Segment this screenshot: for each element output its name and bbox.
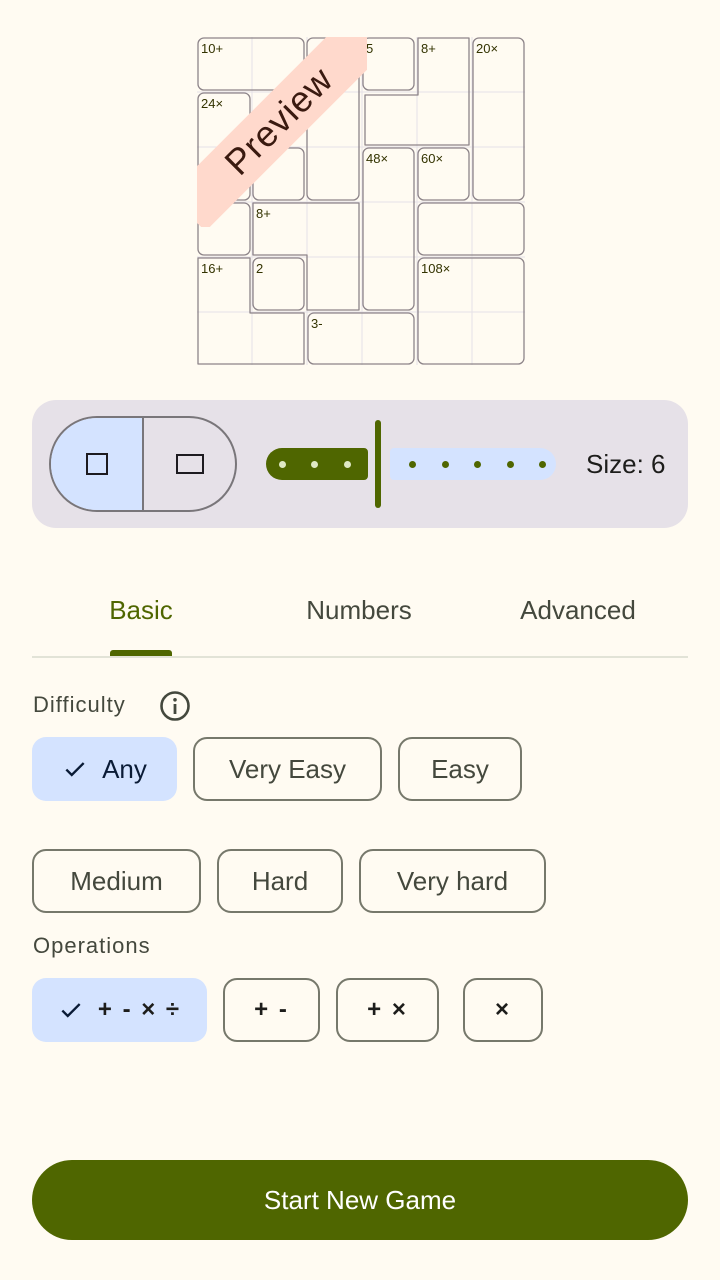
puzzle-preview: 10+ 5 8+ 20× 24× 48× 60× 8+ 16+ 2 108× 3… — [197, 37, 525, 365]
operations-chip-add-multiply[interactable]: + × — [336, 978, 439, 1042]
difficulty-chip-any[interactable]: Any — [32, 737, 177, 801]
difficulty-chip-very-easy[interactable]: Very Easy — [193, 737, 382, 801]
chip-label: Hard — [251, 865, 309, 896]
operations-title: Operations — [33, 933, 151, 958]
settings-tabs: Basic Numbers Advanced — [32, 570, 688, 658]
slider-tick — [474, 461, 481, 468]
size-label: Size: 6 — [586, 449, 666, 479]
slider-tick — [279, 461, 286, 468]
slider-tick — [507, 461, 514, 468]
cage-label: 10+ — [201, 41, 223, 56]
cage-label: 8+ — [256, 206, 271, 221]
cage-label: 108× — [421, 261, 450, 276]
chip-label: Very Easy — [228, 753, 347, 784]
slider-tick — [344, 461, 351, 468]
grid-shape-toggle — [49, 416, 237, 512]
preview-grid: 10+ 5 8+ 20× 24× 48× 60× 8+ 16+ 2 108× 3… — [197, 37, 525, 365]
cage-label: 3- — [311, 316, 323, 331]
cage-label: 16+ — [201, 261, 223, 276]
chip-label: × — [494, 996, 511, 1023]
difficulty-chip-easy[interactable]: Easy — [398, 737, 522, 801]
tab-advanced[interactable]: Advanced — [469, 570, 687, 654]
square-icon — [85, 453, 108, 475]
slider-tick — [539, 461, 546, 468]
difficulty-chip-medium[interactable]: Medium — [32, 849, 201, 913]
info-icon[interactable] — [159, 690, 191, 722]
slider-thumb[interactable] — [375, 420, 381, 508]
cage-label: 8+ — [421, 41, 436, 56]
difficulty-title: Difficulty — [33, 692, 126, 717]
chip-label: + × — [367, 996, 408, 1023]
slider-tick — [442, 461, 449, 468]
cage-label: 1 — [201, 206, 208, 221]
difficulty-chip-very-hard[interactable]: Very hard — [359, 849, 546, 913]
chip-label: Any — [102, 753, 147, 784]
slider-tick — [409, 461, 416, 468]
cage-label: 60× — [421, 151, 443, 166]
slider-tick — [311, 461, 318, 468]
tab-numbers[interactable]: Numbers — [250, 570, 468, 654]
chip-label: + - × ÷ — [97, 996, 182, 1023]
check-icon — [61, 1003, 81, 1018]
active-tab-indicator — [110, 650, 172, 656]
chip-label: + - — [254, 996, 289, 1023]
difficulty-chip-hard[interactable]: Hard — [217, 849, 343, 913]
operations-chip-all[interactable]: + - × ÷ — [32, 978, 207, 1042]
operations-chip-add-subtract[interactable]: + - — [223, 978, 320, 1042]
operations-chip-multiply[interactable]: × — [463, 978, 543, 1042]
size-slider[interactable] — [266, 400, 566, 528]
tab-basic[interactable]: Basic — [32, 570, 250, 654]
cage-label: 5 — [366, 41, 373, 56]
size-selector-card: Size: 6 — [32, 400, 688, 528]
square-shape-button[interactable] — [51, 418, 142, 510]
chip-label: Medium — [70, 865, 163, 896]
check-icon — [65, 762, 85, 777]
chip-label: Easy — [431, 753, 489, 784]
cage-label: 48× — [366, 151, 388, 166]
cage-label: 20× — [476, 41, 498, 56]
rectangle-shape-button[interactable] — [142, 418, 235, 510]
start-new-game-label: Start New Game — [263, 1184, 457, 1215]
cage-label: 2 — [256, 261, 263, 276]
chip-label: Very hard — [396, 865, 509, 896]
cage-label: 24× — [201, 96, 223, 111]
start-new-game-button[interactable]: Start New Game — [32, 1160, 688, 1240]
rectangle-icon — [175, 454, 204, 474]
